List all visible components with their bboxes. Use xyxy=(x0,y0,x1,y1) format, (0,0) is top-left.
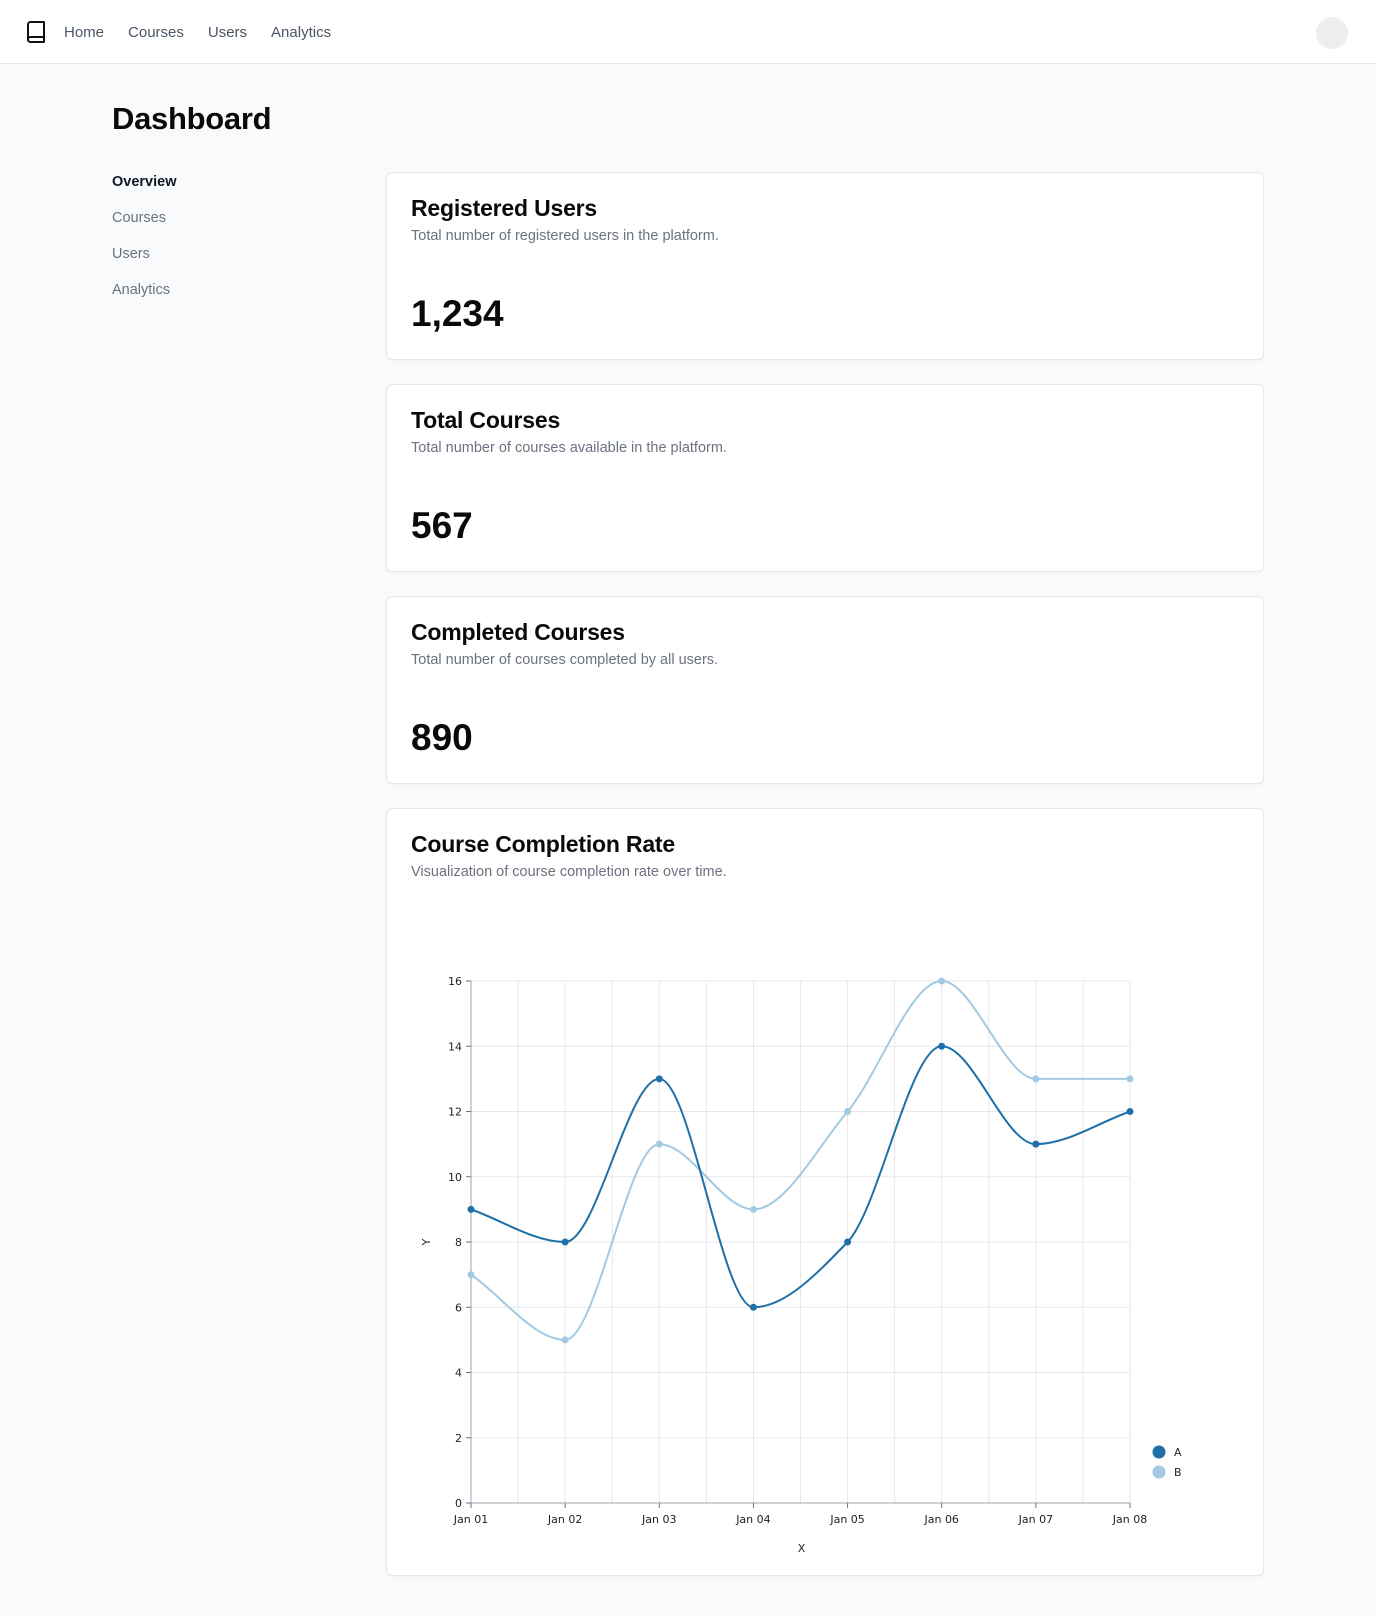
data-point-b xyxy=(655,1140,663,1148)
y-tick-label: 10 xyxy=(448,1171,462,1184)
card-description: Total number of courses completed by all… xyxy=(411,652,719,668)
x-tick-label: Jan 05 xyxy=(829,1513,864,1526)
data-point-a xyxy=(938,1042,946,1050)
data-point-a xyxy=(844,1238,852,1246)
sidebar-item-courses[interactable]: Courses xyxy=(112,208,332,244)
main-nav: Home Courses Users Analytics xyxy=(64,0,331,64)
card-value: 567 xyxy=(411,505,473,546)
sidebar-item-analytics[interactable]: Analytics xyxy=(112,280,332,316)
card-description: Total number of registered users in the … xyxy=(411,228,719,244)
x-tick-label: Jan 03 xyxy=(641,1513,676,1526)
data-point-b xyxy=(467,1271,475,1279)
data-point-a xyxy=(1032,1140,1040,1148)
x-tick-label: Jan 07 xyxy=(1018,1513,1053,1526)
sidebar-item-overview[interactable]: Overview xyxy=(112,172,332,208)
data-point-a xyxy=(561,1238,569,1246)
data-point-b xyxy=(938,977,946,985)
data-point-b xyxy=(749,1205,757,1213)
y-tick-label: 16 xyxy=(448,975,462,988)
y-tick-label: 14 xyxy=(448,1040,462,1053)
x-tick-label: Jan 04 xyxy=(735,1513,770,1526)
data-point-a xyxy=(749,1303,757,1311)
legend-marker-b xyxy=(1152,1465,1166,1479)
data-point-b xyxy=(1032,1075,1040,1083)
x-axis-label: X xyxy=(798,1542,806,1555)
nav-link-analytics[interactable]: Analytics xyxy=(271,24,331,41)
sidebar: Overview Courses Users Analytics xyxy=(112,172,332,316)
y-tick-label: 6 xyxy=(455,1301,462,1314)
x-tick-label: Jan 06 xyxy=(923,1513,958,1526)
card-title: Completed Courses xyxy=(411,619,625,645)
x-tick-label: Jan 01 xyxy=(453,1513,488,1526)
y-tick-label: 2 xyxy=(455,1432,462,1445)
y-tick-label: 0 xyxy=(455,1497,462,1510)
data-point-a xyxy=(467,1205,475,1213)
x-tick-label: Jan 02 xyxy=(547,1513,582,1526)
card-value: 890 xyxy=(411,717,473,758)
line-chart: 0 2 4 6 8 10 12 14 16 Jan 01 Jan 02 Jan 03 Jan 04 Jan… xyxy=(420,975,1182,1555)
card-title: Registered Users xyxy=(411,195,597,221)
total-courses-card: Total Courses Total number of courses av… xyxy=(386,384,1264,572)
y-tick-label: 12 xyxy=(448,1106,462,1119)
legend-marker-a xyxy=(1152,1445,1166,1459)
nav-link-home[interactable]: Home xyxy=(64,24,104,41)
card-value: 1,234 xyxy=(411,293,504,334)
data-point-b xyxy=(1126,1075,1134,1083)
data-point-a xyxy=(1126,1108,1134,1115)
grid-lines xyxy=(470,980,1131,1504)
data-point-b xyxy=(561,1336,569,1344)
card-description: Total number of courses available in the… xyxy=(411,440,727,456)
y-tick-label: 4 xyxy=(455,1367,462,1380)
top-navbar: Home Courses Users Analytics xyxy=(0,0,1376,64)
completed-courses-card: Completed Courses Total number of course… xyxy=(386,596,1264,784)
book-icon[interactable] xyxy=(24,20,48,44)
data-point-b xyxy=(844,1108,852,1115)
y-axis-label: Y xyxy=(420,1238,433,1246)
user-avatar[interactable] xyxy=(1316,17,1348,49)
legend-label: A xyxy=(1174,1446,1182,1459)
nav-link-courses[interactable]: Courses xyxy=(128,24,184,41)
sidebar-item-users[interactable]: Users xyxy=(112,244,332,280)
y-tick-label: 8 xyxy=(455,1236,462,1249)
page-title: Dashboard xyxy=(112,101,272,136)
nav-link-users[interactable]: Users xyxy=(208,24,247,41)
data-point-a xyxy=(655,1075,663,1083)
legend-label: B xyxy=(1174,1466,1182,1479)
registered-users-card: Registered Users Total number of registe… xyxy=(386,172,1264,360)
course-completion-chart-card: Course Completion Rate Visualization of … xyxy=(386,808,1264,1576)
x-tick-label: Jan 08 xyxy=(1112,1513,1147,1526)
card-title: Total Courses xyxy=(411,407,561,433)
